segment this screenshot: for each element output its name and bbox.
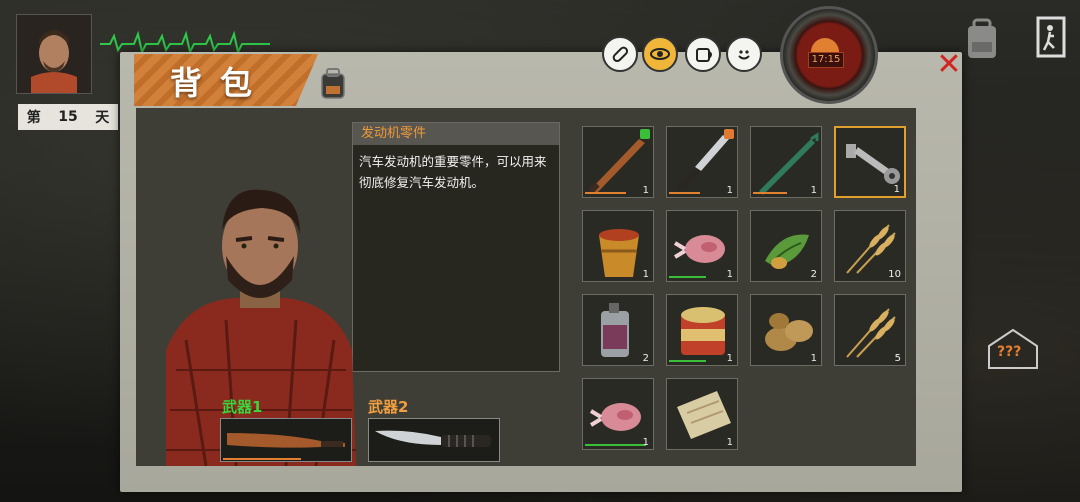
inventory-slot[interactable]: 10 — [834, 210, 906, 282]
item-description-box: 发动机零件 汽车发动机的重要零件，可以用来彻底修复汽车发动机。 — [352, 122, 560, 372]
rarity-tag — [724, 129, 734, 139]
inventory-slot[interactable]: 1 — [666, 378, 738, 450]
item-condition-bar — [585, 192, 626, 194]
weapon-slot-1-durability — [223, 458, 301, 460]
item-quantity: 2 — [642, 353, 649, 364]
day-suffix: 天 — [95, 110, 110, 126]
inventory-slot[interactable]: 1 — [666, 294, 738, 366]
inventory-slot[interactable]: 2 — [750, 210, 822, 282]
clock-time: 17:15 — [808, 52, 844, 68]
baseball-bat-icon — [227, 433, 345, 448]
inventory-slot[interactable]: 1 — [750, 294, 822, 366]
inventory-slot[interactable]: 1 — [834, 126, 906, 198]
unknown-location-marker[interactable]: ??? — [985, 326, 1041, 370]
item-quantity: 10 — [888, 269, 901, 280]
item-quantity: 1 — [810, 185, 817, 196]
item-condition-bar — [669, 192, 700, 194]
item-quantity: 1 — [726, 269, 733, 280]
item-quantity: 1 — [726, 437, 733, 448]
item-description: 汽车发动机的重要零件，可以用来彻底修复汽车发动机。 — [359, 154, 547, 190]
item-quantity: 1 — [642, 437, 649, 448]
hunger-status-icon[interactable] — [685, 36, 721, 72]
item-quantity: 1 — [726, 185, 733, 196]
item-quantity: 1 — [893, 184, 900, 195]
exit-door-icon[interactable] — [1034, 14, 1070, 60]
item-quantity: 1 — [642, 185, 649, 196]
close-icon[interactable]: ✕ — [934, 50, 964, 80]
rarity-tag — [640, 129, 650, 139]
backpack-icon — [318, 66, 348, 100]
weapon-slot-2-label: 武器2 — [368, 398, 409, 416]
item-name: 发动机零件 — [353, 123, 559, 145]
inventory-slot[interactable]: 2 — [582, 294, 654, 366]
storage-bag-icon[interactable] — [962, 16, 1002, 62]
item-quantity: 1 — [810, 353, 817, 364]
panel-title: 背包 — [170, 64, 271, 102]
inventory-slot[interactable]: 1 — [666, 210, 738, 282]
inventory-slot[interactable]: 1 — [582, 126, 654, 198]
mood-status-icon[interactable] — [726, 36, 762, 72]
item-condition-bar — [669, 360, 706, 362]
player-portrait[interactable] — [16, 14, 92, 94]
inventory-slot[interactable]: 1 — [582, 210, 654, 282]
health-status-icon[interactable] — [602, 36, 638, 72]
item-quantity: 2 — [810, 269, 817, 280]
weapon-slot-2[interactable] — [368, 418, 500, 462]
hunting-knife-icon — [375, 430, 491, 447]
inventory-slot[interactable]: 1 — [750, 126, 822, 198]
weapon-slot-1-label: 武器1 — [222, 398, 263, 416]
day-prefix: 第 — [26, 110, 41, 126]
item-condition-bar — [753, 192, 787, 194]
day-counter: 第 15 天 — [18, 104, 118, 130]
heart-rate-line — [100, 30, 270, 55]
inventory-slot[interactable]: 1 — [582, 378, 654, 450]
unknown-label: ??? — [997, 344, 1022, 360]
weapon-slot-1[interactable] — [220, 418, 352, 462]
item-quantity: 1 — [726, 353, 733, 364]
awareness-status-icon[interactable] — [642, 36, 678, 72]
inventory-slot[interactable]: 5 — [834, 294, 906, 366]
item-condition-bar — [585, 444, 646, 446]
day-number: 15 — [58, 109, 78, 125]
item-condition-bar — [669, 276, 706, 278]
item-quantity: 1 — [642, 269, 649, 280]
item-quantity: 5 — [894, 353, 901, 364]
inventory-slot[interactable]: 1 — [666, 126, 738, 198]
